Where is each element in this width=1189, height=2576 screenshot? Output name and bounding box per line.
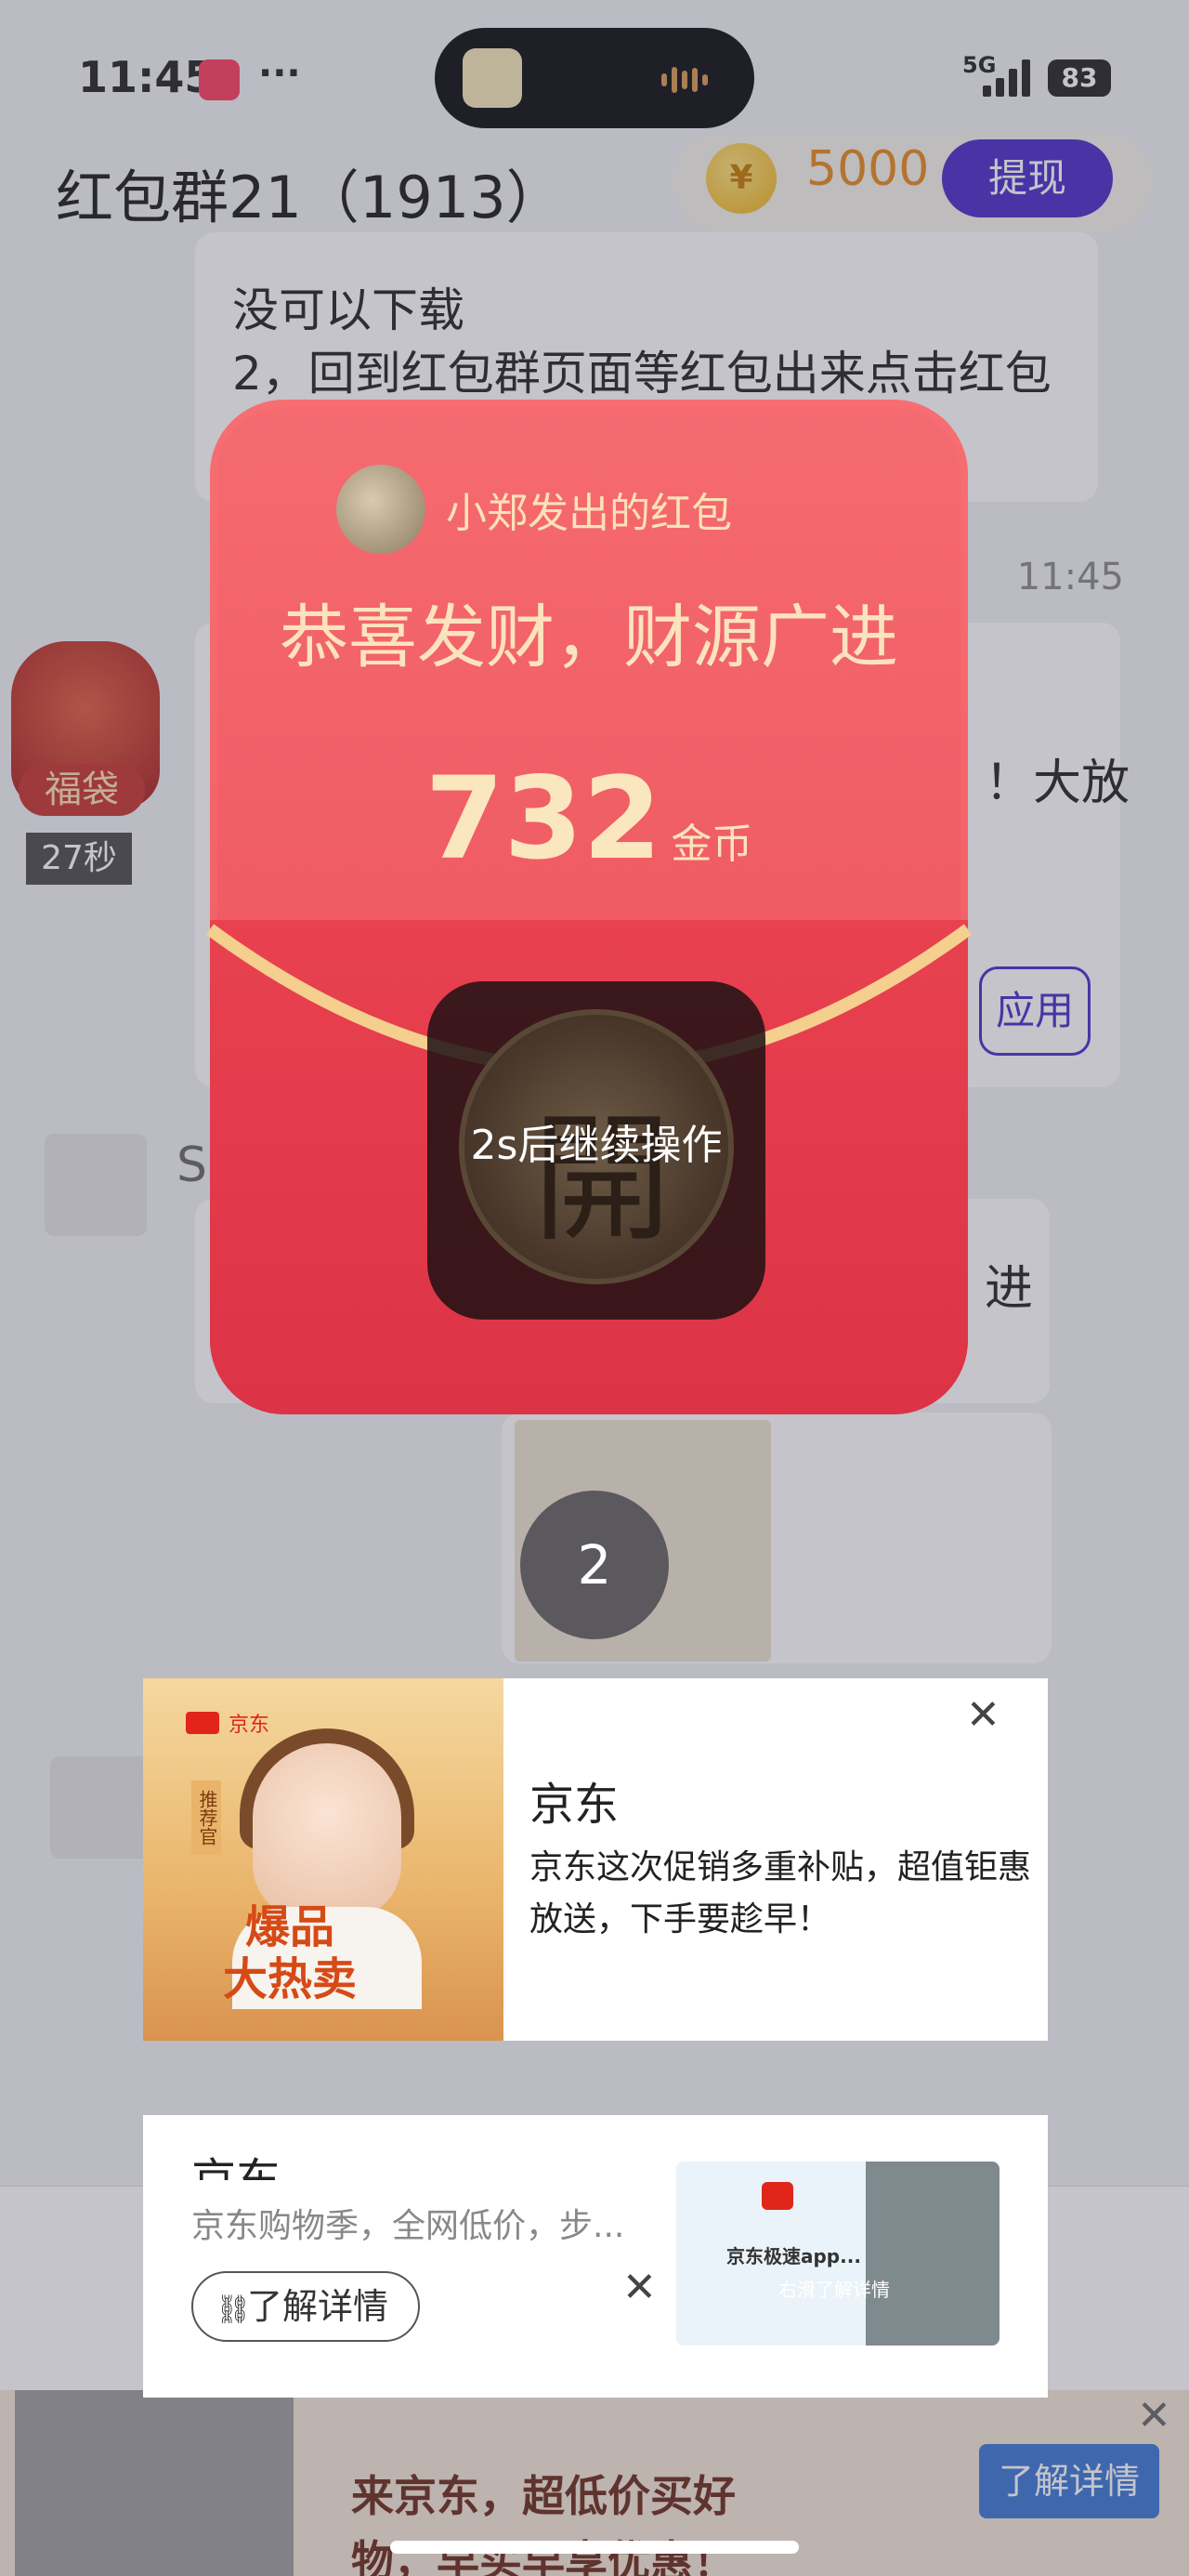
ad-image: 京东 推荐官 爆品 大热卖: [143, 1678, 503, 2041]
ad-description: 京东这次促销多重补贴，超值钜惠放送，下手要趁早！: [529, 1848, 1032, 1939]
learn-more-label: 了解详情: [247, 2286, 389, 2327]
ad-countdown-badge: 2: [520, 1491, 669, 1639]
jd-thumb-logo-icon: [762, 2182, 793, 2210]
close-icon-2[interactable]: ✕: [622, 2264, 657, 2311]
ad2-title: 京东: [191, 2154, 281, 2180]
learn-more-button[interactable]: ⛓了解详情: [191, 2271, 420, 2342]
ad-slogan-line2: 大热卖: [223, 1953, 358, 2005]
red-envelope: 小郑发出的红包 恭喜发财，财源广进 732 金币 開 2s后继续操作: [206, 400, 972, 1414]
thumb-right-panel: [866, 2162, 1000, 2346]
envelope-amount-row: 732 金币: [210, 753, 968, 885]
close-icon[interactable]: ✕: [966, 1691, 1000, 1739]
thumb-text: 京东极速app...: [726, 2245, 861, 2267]
continue-countdown: 2s后继续操作: [470, 1122, 723, 1169]
envelope-unit: 金币: [671, 821, 753, 868]
ad2-video-thumbnail[interactable]: 京东极速app... 右滑了解详情: [676, 2162, 1000, 2346]
ad-title: 京东: [529, 1779, 620, 1831]
envelope-sender: 小郑发出的红包: [446, 490, 732, 537]
envelope-amount: 732: [425, 753, 662, 885]
jd-ad-card[interactable]: 京东 推荐官 爆品 大热卖 京东 京东这次促销多重补贴，超值钜惠放送，下手要趁早…: [143, 1678, 1048, 2041]
ad-logo-text: 京东: [229, 1714, 270, 1737]
jd-ad-card-2[interactable]: 京东 京东购物季，全网低价，步... ⛓了解详情 ✕ 京东极速app... 右滑…: [143, 2115, 1048, 2398]
open-button-overlay[interactable]: 開 2s后继续操作: [427, 981, 765, 1320]
jd-logo-icon: [186, 1712, 219, 1734]
ad-badge: 推荐官: [191, 1781, 221, 1855]
envelope-blessing: 恭喜发财，财源广进: [280, 598, 898, 677]
ad2-description: 京东购物季，全网低价，步...: [191, 2207, 625, 2245]
thumb-swipe-hint: 右滑了解详情: [778, 2279, 890, 2301]
sender-avatar: [336, 465, 425, 554]
link-icon: ⛓: [216, 2293, 252, 2326]
home-indicator[interactable]: [390, 2541, 799, 2554]
